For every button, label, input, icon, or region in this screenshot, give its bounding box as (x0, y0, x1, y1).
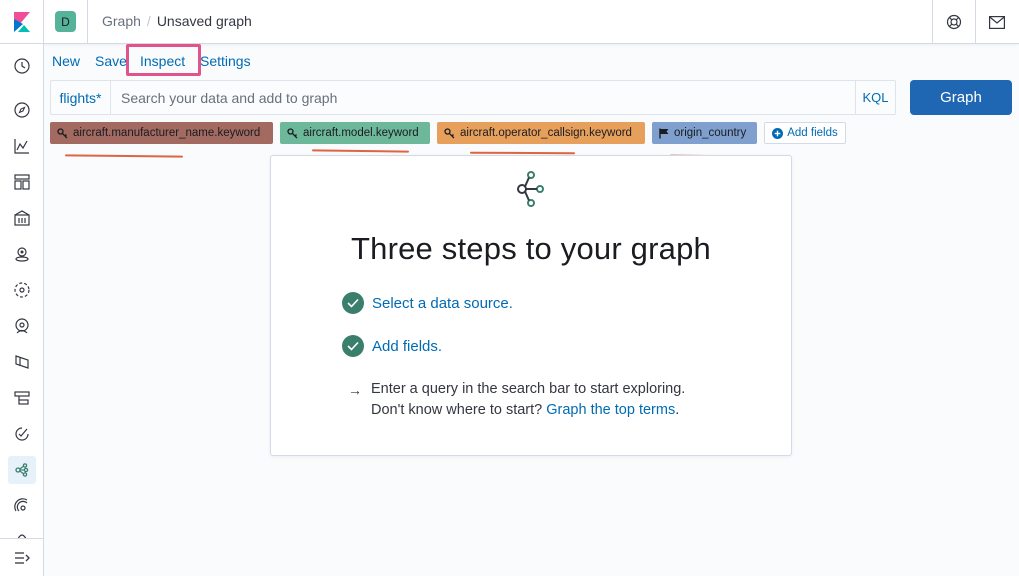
graph-top-terms-link[interactable]: Graph the top terms (546, 402, 675, 418)
check-icon (342, 335, 364, 357)
field-pill-label: origin_country (674, 127, 747, 139)
nav-graph[interactable] (8, 456, 36, 484)
field-pill-label: aircraft.operator_callsign.keyword (460, 127, 632, 139)
annotation-underline (311, 149, 410, 153)
nav-logs[interactable] (8, 348, 36, 376)
plus-circle-icon (772, 127, 784, 139)
search-input[interactable] (111, 81, 857, 114)
select-data-source-link[interactable]: Select a data source. (372, 295, 513, 312)
clock-icon (14, 58, 30, 74)
header-divider (87, 0, 88, 44)
nav-canvas[interactable] (8, 204, 36, 232)
key-icon (57, 127, 68, 138)
graph-submit-button[interactable]: Graph (910, 80, 1012, 115)
breadcrumb-separator: / (146, 13, 151, 29)
nav-apm[interactable] (8, 384, 36, 412)
key-icon (444, 127, 455, 138)
machine-learning-icon (14, 282, 30, 298)
dock-nav-button[interactable] (0, 538, 43, 576)
canvas-icon (14, 210, 30, 226)
step-enter-query: Enter a query in the search bar to start… (371, 379, 685, 421)
new-button[interactable]: New (52, 52, 80, 70)
nav-discover[interactable] (8, 96, 36, 124)
add-fields-link[interactable]: Add fields. (372, 338, 442, 355)
uptime-icon (15, 427, 29, 441)
top-header: D Graph / Unsaved graph (0, 0, 1019, 44)
side-nav (0, 44, 44, 576)
step-select-data-source: Select a data source. (342, 292, 513, 314)
field-pill-label: aircraft.model.keyword (303, 127, 419, 139)
nav-dashboard[interactable] (8, 168, 36, 196)
panel-title: Three steps to your graph (351, 231, 711, 266)
siem-icon (14, 498, 28, 512)
step3-prefix: Don't know where to start? (371, 402, 547, 418)
nav-recent[interactable] (8, 52, 36, 80)
menu-dock-icon (14, 551, 30, 564)
save-button[interactable]: Save (95, 52, 127, 70)
help-button[interactable] (932, 0, 975, 44)
add-fields-label: Add fields (787, 127, 838, 139)
map-pin-icon (15, 247, 29, 262)
key-icon (287, 127, 298, 138)
mail-icon (989, 15, 1005, 29)
settings-button[interactable]: Settings (200, 52, 251, 70)
nav-uptime[interactable] (8, 420, 36, 448)
step3-suffix: . (675, 402, 680, 418)
nav-maps[interactable] (8, 240, 36, 268)
breadcrumb: Graph / Unsaved graph (102, 13, 252, 29)
step-add-fields: Add fields. (342, 335, 442, 357)
step3-line2: Don't know where to start? Graph the top… (371, 400, 685, 421)
nav-ml[interactable] (8, 276, 36, 304)
compass-icon (14, 102, 30, 118)
index-pattern-selector[interactable]: flights* (51, 81, 111, 114)
metrics-icon (15, 318, 29, 334)
check-icon (342, 292, 364, 314)
kibana-logo[interactable] (0, 0, 44, 44)
nav-metrics[interactable] (8, 312, 36, 340)
annotation-underline (64, 154, 184, 158)
inspect-highlight-box (126, 44, 201, 76)
field-pill-model[interactable]: aircraft.model.keyword (280, 122, 430, 144)
breadcrumb-current: Unsaved graph (156, 13, 252, 29)
field-pill-manufacturer[interactable]: aircraft.manufacturer_name.keyword (50, 122, 273, 144)
field-pill-operator-callsign[interactable]: aircraft.operator_callsign.keyword (437, 122, 645, 144)
chart-icon (14, 139, 29, 154)
step3-line1: Enter a query in the search bar to start… (371, 381, 686, 397)
help-lifebuoy-icon (946, 14, 962, 30)
field-pill-origin-country[interactable]: origin_country (652, 122, 757, 144)
search-bar: flights* KQL (50, 80, 896, 115)
dashboard-icon (14, 174, 30, 190)
field-pill-label: aircraft.manufacturer_name.keyword (73, 127, 261, 139)
logs-icon (15, 355, 29, 369)
apm-icon (14, 391, 30, 405)
breadcrumb-graph[interactable]: Graph (102, 13, 141, 29)
annotation-underline (469, 151, 576, 155)
kibana-logo-icon (13, 12, 30, 32)
flag-icon (659, 128, 669, 138)
newsfeed-button[interactable] (975, 0, 1018, 44)
getting-started-panel: Three steps to your graph Select a data … (270, 155, 792, 456)
graph-large-icon (517, 171, 544, 207)
query-language-button[interactable]: KQL (855, 81, 895, 114)
graph-app-icon-large (516, 171, 546, 212)
add-fields-button[interactable]: Add fields (764, 122, 846, 144)
graph-icon (15, 463, 29, 477)
nav-visualize[interactable] (8, 132, 36, 160)
space-avatar[interactable]: D (55, 11, 76, 32)
arrow-right-icon: → (348, 382, 362, 398)
nav-siem[interactable] (8, 492, 36, 520)
